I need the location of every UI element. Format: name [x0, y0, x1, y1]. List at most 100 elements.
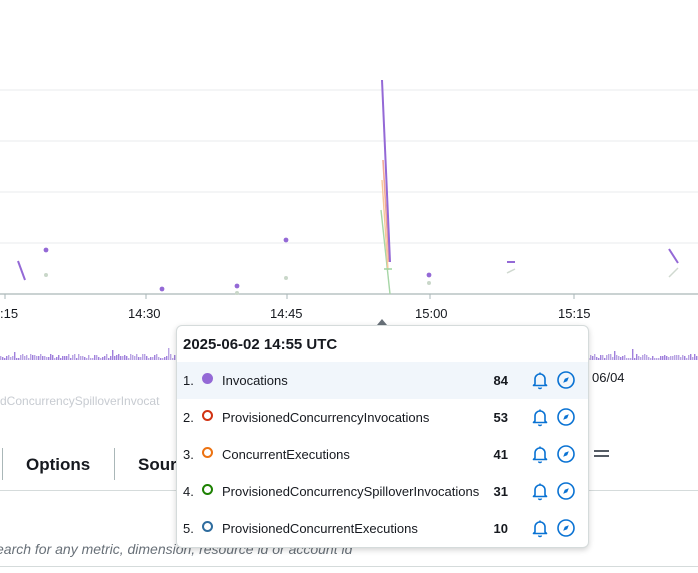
datapoint-tooltip: 2025-06-02 14:55 UTC 1. Invocations 84 2… [176, 325, 589, 548]
navigator-bar [94, 355, 96, 360]
navigator-bar [686, 358, 688, 360]
metrics-graph[interactable] [0, 0, 698, 372]
tooltip-row[interactable]: 5. ProvisionedConcurrentExecutions 10 [177, 510, 588, 547]
navigator-bar [12, 356, 14, 360]
navigator-bar [150, 357, 152, 360]
compass-icon[interactable] [556, 518, 576, 538]
x-tick-label: 14:30 [128, 306, 161, 321]
compass-icon[interactable] [556, 407, 576, 427]
tab-divider [2, 448, 3, 480]
bell-icon[interactable] [530, 370, 550, 390]
navigator-bar [670, 356, 672, 360]
navigator-bar [110, 356, 112, 360]
navigator-bar [116, 355, 118, 360]
legend-item-spillover[interactable]: dConcurrencySpilloverInvocat [0, 394, 159, 408]
navigator-bar [668, 357, 670, 360]
navigator-bar [624, 355, 626, 360]
navigator-bar [630, 358, 632, 360]
compass-icon[interactable] [556, 481, 576, 501]
navigator-bar [14, 352, 16, 360]
navigator-bar [134, 356, 136, 360]
invocations-point [426, 272, 432, 278]
tab-source[interactable]: Sour [138, 455, 177, 475]
navigator-bar [164, 357, 166, 360]
metric-value: 31 [493, 484, 508, 499]
navigator-bar [654, 358, 656, 360]
invocations-point [283, 237, 289, 243]
navigator-bar [628, 358, 630, 360]
navigator-bar [126, 356, 128, 360]
navigator-bar [632, 349, 634, 360]
gridlines [0, 89, 698, 244]
equals-icon[interactable] [594, 447, 609, 460]
navigator-bar [36, 356, 38, 360]
navigator-bar [10, 357, 12, 360]
metric-value: 53 [493, 410, 508, 425]
navigator-bar [48, 357, 50, 360]
navigator-bar [666, 356, 668, 360]
bell-icon[interactable] [530, 518, 550, 538]
row-rank: 3. [183, 447, 194, 462]
navigator-bar [140, 357, 142, 360]
navigator-bar [60, 358, 62, 360]
navigator-bar [52, 355, 54, 360]
navigator-bar [648, 357, 650, 360]
navigator-bar [106, 354, 108, 360]
navigator-bar [634, 358, 636, 360]
navigator-bar [22, 354, 24, 360]
tooltip-row[interactable]: 2. ProvisionedConcurrencyInvocations 53 [177, 399, 588, 436]
navigator-bar [18, 358, 20, 360]
metric-name: ProvisionedConcurrentExecutions [222, 521, 418, 536]
compass-icon[interactable] [556, 444, 576, 464]
navigator-bar [688, 355, 690, 360]
navigator-bar [594, 354, 596, 360]
metric-value: 10 [493, 521, 508, 536]
navigator-bar [144, 354, 146, 360]
compass-icon[interactable] [556, 370, 576, 390]
navigator-bar [592, 356, 594, 360]
navigator-bar [62, 356, 64, 360]
navigator-bar [38, 356, 40, 360]
bell-icon[interactable] [530, 444, 550, 464]
series-color-swatch [202, 521, 213, 532]
navigator-bar [154, 355, 156, 360]
navigator-bar [638, 356, 640, 360]
bell-icon[interactable] [530, 481, 550, 501]
navigator-bar [138, 357, 140, 360]
x-tick-label: 14:45 [270, 306, 303, 321]
x-tick-label: :15 [0, 306, 19, 321]
navigator-bar [650, 358, 652, 360]
spillover-point [235, 291, 239, 295]
navigator-bar [64, 356, 66, 360]
metric-name: Invocations [222, 373, 288, 388]
navigator-bar [20, 355, 22, 360]
navigator-bar [108, 358, 110, 360]
navigator-bar [90, 358, 92, 360]
navigator-bar [156, 354, 158, 360]
tooltip-row[interactable]: 3. ConcurrentExecutions 41 [177, 436, 588, 473]
invocations-line [17, 260, 26, 281]
tooltip-timestamp: 2025-06-02 14:55 UTC [183, 336, 338, 353]
navigator-bar [92, 358, 94, 360]
series-color-swatch [202, 484, 213, 495]
navigator-bar [34, 355, 36, 360]
navigator-bar [16, 358, 18, 360]
navigator-bar [674, 355, 676, 360]
navigator-bar [696, 356, 698, 360]
navigator-bar [158, 357, 160, 360]
navigator-bar [690, 354, 692, 360]
navigator-bar [166, 356, 168, 360]
navigator-bar [98, 357, 100, 360]
tooltip-row[interactable]: 1. Invocations 84 [177, 362, 588, 399]
navigator-bar [72, 355, 74, 360]
bell-icon[interactable] [530, 407, 550, 427]
navigator-bar [58, 355, 60, 360]
navigator-bar [114, 356, 116, 360]
series-color-swatch [202, 447, 213, 458]
spillover-point [427, 281, 431, 285]
navigator-bar [136, 354, 138, 360]
tab-options[interactable]: Options [26, 455, 90, 475]
navigator-bar [678, 355, 680, 360]
row-rank: 4. [183, 484, 194, 499]
tooltip-row[interactable]: 4. ProvisionedConcurrencySpilloverInvoca… [177, 473, 588, 510]
